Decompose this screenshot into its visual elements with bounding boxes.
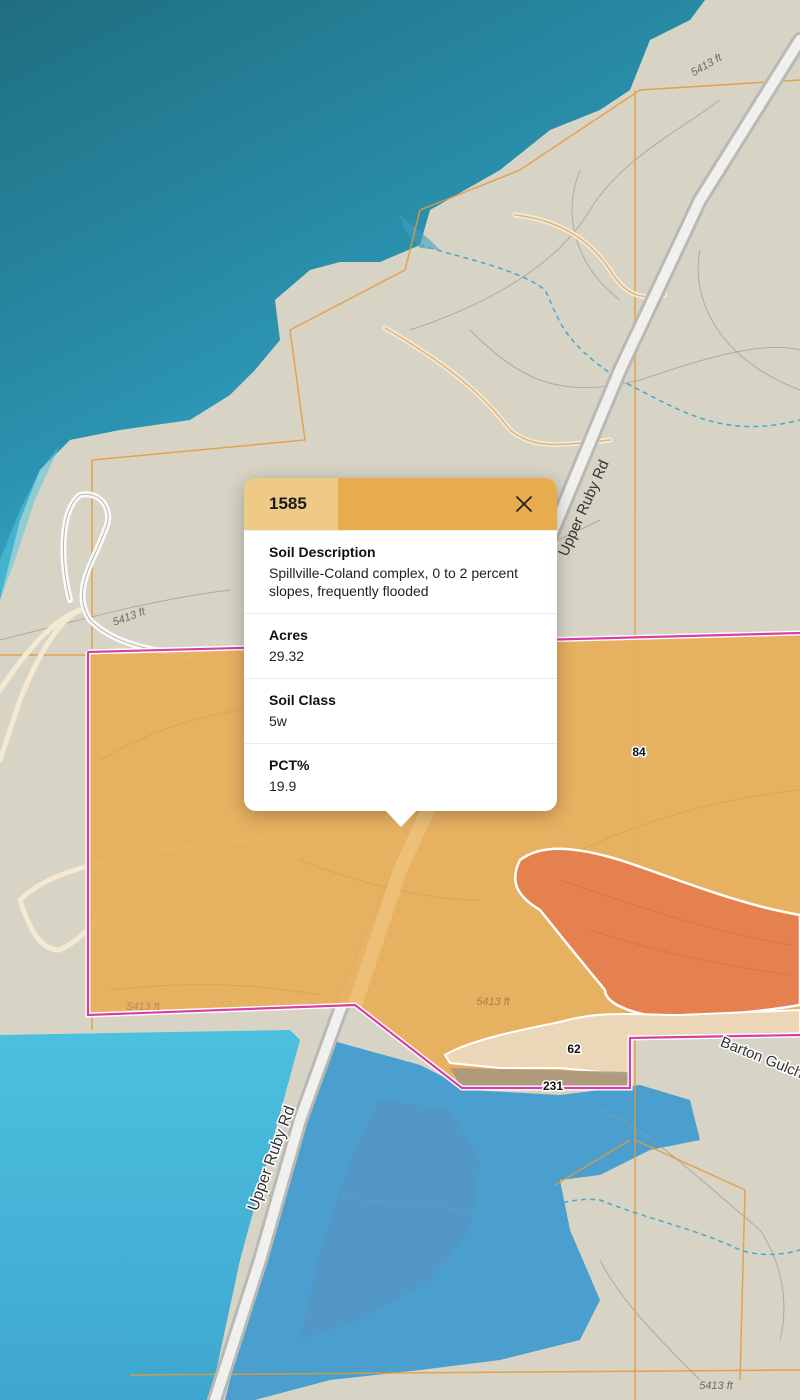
popup-pointer: [385, 810, 417, 827]
field-soil-description: Soil Description Spillville-Coland compl…: [244, 530, 557, 613]
soil-info-popup: 1585 Soil Description Spillville-Coland …: [244, 478, 557, 827]
field-label: Soil Description: [269, 544, 376, 560]
close-icon[interactable]: [513, 493, 535, 515]
contour-label: 5413 ft: [476, 996, 511, 1008]
field-value: Spillville-Coland complex, 0 to 2 percen…: [269, 565, 519, 599]
parcel-label-231: 231: [543, 1079, 563, 1093]
field-acres: Acres 29.32: [244, 613, 557, 678]
field-value: 29.32: [269, 648, 305, 664]
popup-header: 1585: [244, 478, 557, 530]
contour-label: 5413 ft: [126, 1001, 161, 1013]
field-value: 19.9: [269, 778, 297, 794]
parcel-label-84: 84: [632, 745, 646, 759]
field-pct: PCT% 19.9: [244, 743, 557, 811]
field-label: PCT%: [269, 757, 310, 773]
contour-label: 5413 ft: [699, 1380, 734, 1392]
field-soil-class: Soil Class 5w: [244, 678, 557, 743]
field-label: Soil Class: [269, 692, 336, 708]
parcel-label-62: 62: [567, 1042, 581, 1056]
popup-soil-id: 1585: [269, 494, 307, 513]
field-label: Acres: [269, 627, 308, 643]
field-value: 5w: [269, 713, 287, 729]
